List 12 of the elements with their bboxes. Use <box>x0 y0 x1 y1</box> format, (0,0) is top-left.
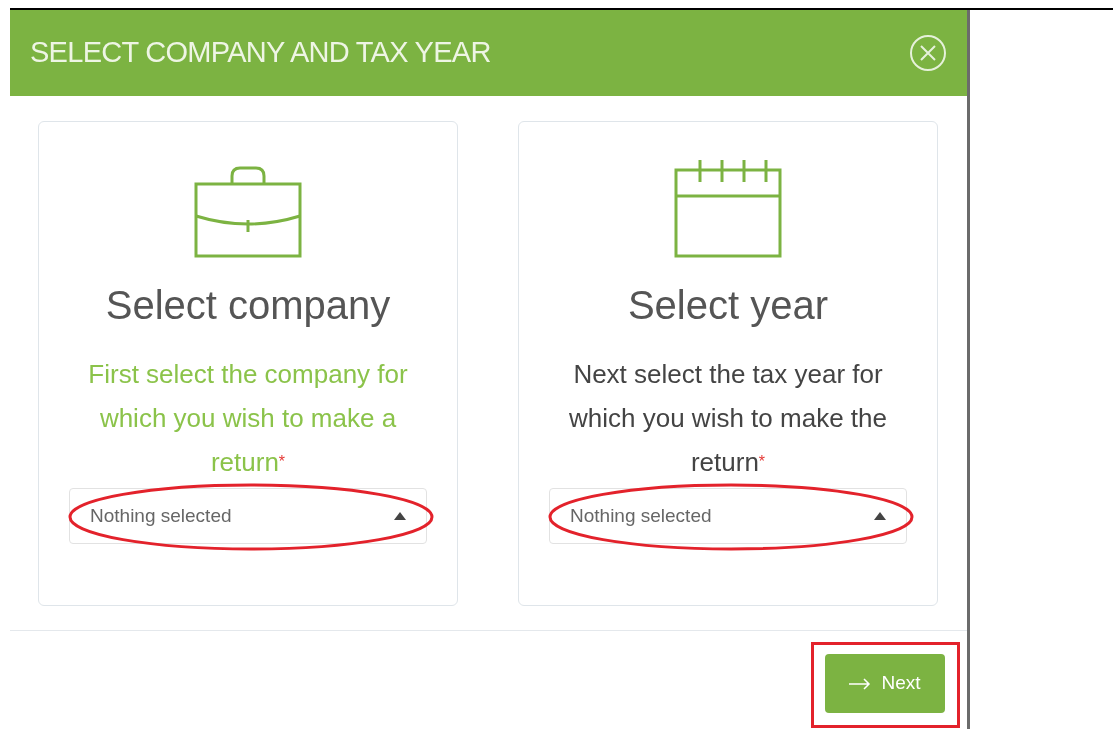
select-dropdown[interactable]: Nothing selected <box>549 488 907 544</box>
card-description: First select the company for which you wish to make a return* <box>87 358 409 479</box>
arrow-right-icon <box>849 677 872 690</box>
briefcase-icon <box>192 164 304 260</box>
caret-up-icon <box>874 512 886 520</box>
close-icon[interactable] <box>909 34 947 72</box>
select-dropdown[interactable]: Nothing selected <box>69 488 427 544</box>
card-heading: Select company <box>105 282 391 329</box>
dialog-title: SELECT COMPANY AND TAX YEAR <box>30 35 491 71</box>
card-heading: Select year <box>627 282 829 329</box>
caret-up-icon <box>394 512 406 520</box>
card-description: Next select the tax year for which you wish to make the return* <box>568 358 888 479</box>
